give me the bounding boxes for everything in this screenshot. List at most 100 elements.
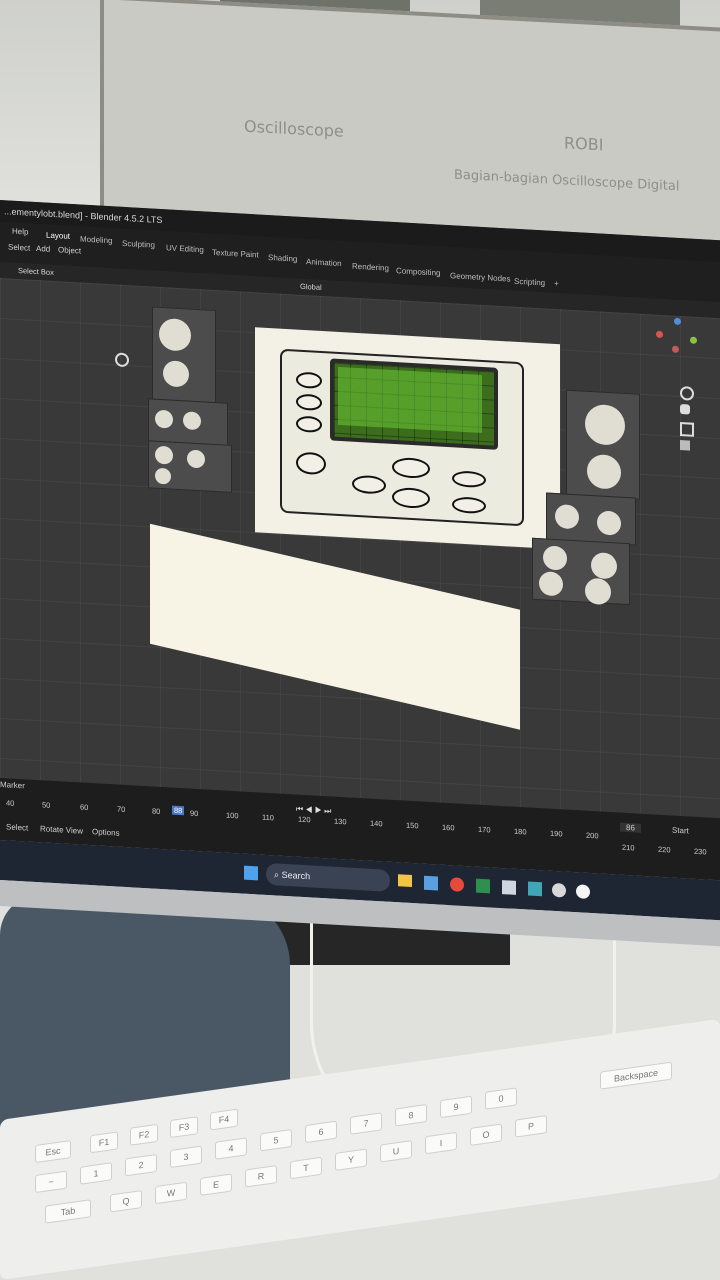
speaker-right-bottom[interactable] — [532, 537, 630, 606]
status-select: Select — [6, 822, 29, 833]
navigation-gizmo[interactable] — [650, 314, 710, 377]
add-workspace-button[interactable]: + — [554, 279, 559, 288]
key[interactable]: Tab — [45, 1199, 91, 1224]
oscilloscope-base[interactable] — [150, 523, 520, 730]
knob — [296, 393, 322, 412]
monitor: ...ementylobt.blend] - Blender 4.5.2 LTS… — [0, 200, 720, 960]
key[interactable]: U — [380, 1140, 412, 1163]
key[interactable]: 6 — [305, 1120, 337, 1144]
key[interactable]: F4 — [210, 1108, 238, 1131]
axis-z-icon[interactable] — [674, 317, 681, 326]
blender-app-icon[interactable] — [576, 884, 590, 899]
key[interactable]: 4 — [215, 1137, 247, 1160]
knob — [296, 371, 322, 390]
tab-geometry-nodes[interactable]: Geometry Nodes — [450, 271, 510, 283]
tab-modeling[interactable]: Modeling — [80, 234, 112, 245]
key[interactable]: F1 — [90, 1131, 118, 1154]
key[interactable]: F2 — [130, 1123, 158, 1146]
key[interactable]: ~ — [35, 1170, 67, 1194]
camera-app-icon[interactable] — [502, 880, 516, 895]
tab-scripting[interactable]: Scripting — [514, 277, 545, 288]
key[interactable]: F3 — [170, 1116, 198, 1139]
key[interactable]: I — [425, 1131, 457, 1155]
camera-icon[interactable] — [680, 422, 694, 437]
tab-animation[interactable]: Animation — [306, 257, 342, 268]
knob — [452, 470, 486, 489]
zoom-icon[interactable] — [680, 386, 694, 401]
frame-tick: 70 — [117, 804, 126, 815]
frame-tick: 140 — [370, 818, 383, 829]
orientation-dropdown[interactable]: Global — [300, 282, 322, 292]
knob — [392, 486, 430, 510]
tab-layout[interactable]: Layout — [46, 231, 70, 241]
speaker-cone — [543, 545, 567, 571]
speaker-left-mid[interactable] — [148, 398, 228, 447]
key[interactable]: 9 — [440, 1095, 472, 1119]
frame-tick: 180 — [514, 826, 527, 837]
tab-shading[interactable]: Shading — [268, 253, 297, 264]
speaker-cone — [183, 411, 201, 431]
key[interactable]: 3 — [170, 1145, 202, 1169]
end-frame-field[interactable]: 86 — [620, 822, 641, 833]
marker-menu[interactable]: Marker — [0, 780, 25, 790]
tab-rendering[interactable]: Rendering — [352, 262, 389, 273]
key[interactable]: E — [200, 1173, 232, 1196]
whiteboard-text: Oscilloscope — [244, 116, 344, 141]
frame-tick: 220 — [658, 844, 671, 855]
key[interactable]: 0 — [485, 1087, 517, 1110]
frame-tick: 150 — [406, 820, 419, 831]
knob — [392, 456, 430, 480]
axis-neg-x-icon[interactable] — [672, 345, 679, 353]
grid-icon[interactable] — [680, 440, 690, 451]
tab-uv-editing[interactable]: UV Editing — [166, 243, 204, 254]
key[interactable]: P — [515, 1115, 547, 1138]
3d-viewport[interactable] — [0, 278, 720, 819]
tab-compositing[interactable]: Compositing — [396, 266, 440, 277]
windows-start-icon[interactable] — [244, 865, 258, 881]
tab-sculpting[interactable]: Sculpting — [122, 239, 155, 250]
knob — [452, 496, 486, 515]
frame-tick: 90 — [190, 808, 199, 819]
axis-x-icon[interactable] — [656, 330, 663, 339]
key[interactable]: Q — [110, 1190, 142, 1213]
key[interactable]: 5 — [260, 1128, 292, 1152]
speaker-cone — [555, 504, 579, 530]
search-box[interactable]: ⌕ Search — [266, 862, 390, 892]
key[interactable]: 7 — [350, 1112, 382, 1135]
key[interactable]: Backspace — [600, 1061, 672, 1090]
app-icon[interactable] — [528, 881, 542, 897]
key[interactable]: W — [155, 1181, 187, 1205]
menu-add[interactable]: Add — [36, 244, 50, 254]
key[interactable]: Y — [335, 1148, 367, 1171]
start-frame-label: Start — [672, 825, 689, 836]
menu-select[interactable]: Select — [8, 242, 30, 252]
key[interactable]: R — [245, 1165, 277, 1188]
current-frame-indicator[interactable]: 88 — [172, 805, 185, 816]
menu-help[interactable]: Help — [12, 227, 28, 237]
speaker-right-top[interactable] — [566, 389, 640, 500]
menu-object[interactable]: Object — [58, 245, 81, 255]
key[interactable]: Esc — [35, 1140, 71, 1164]
key[interactable]: 2 — [125, 1153, 157, 1177]
excel-icon[interactable] — [476, 878, 490, 894]
speaker-cone — [585, 403, 625, 446]
tab-texture-paint[interactable]: Texture Paint — [212, 248, 259, 260]
key[interactable]: 1 — [80, 1162, 112, 1185]
task-view-icon[interactable] — [424, 875, 438, 891]
speaker-right-mid[interactable] — [546, 492, 636, 546]
select-mode-dropdown[interactable]: Select Box — [18, 266, 54, 277]
key[interactable]: 8 — [395, 1103, 427, 1127]
frame-tick: 120 — [298, 814, 311, 825]
file-explorer-icon[interactable] — [398, 874, 412, 888]
pan-hand-icon[interactable] — [680, 404, 690, 415]
frame-tick: 50 — [42, 800, 51, 810]
key[interactable]: T — [290, 1156, 322, 1180]
app-icon[interactable] — [552, 882, 566, 898]
speaker-left-bottom[interactable] — [148, 440, 232, 493]
chrome-icon[interactable] — [450, 877, 464, 892]
speaker-left-top[interactable] — [152, 306, 216, 405]
axis-y-icon[interactable] — [690, 336, 697, 344]
3d-cursor-icon[interactable] — [115, 352, 129, 368]
key[interactable]: O — [470, 1123, 502, 1146]
speaker-cone — [591, 552, 617, 580]
